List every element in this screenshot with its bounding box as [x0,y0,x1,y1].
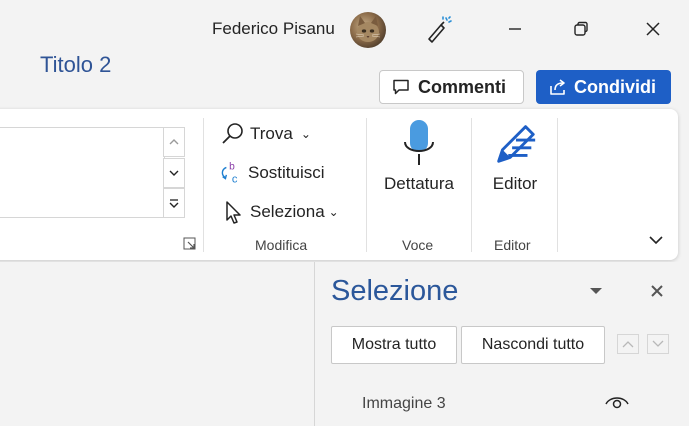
group-label-voce: Voce [402,237,434,253]
chevron-down-icon[interactable]: ⌄ [329,205,339,219]
svg-text:c: c [232,173,238,185]
styles-dialog-launcher-icon[interactable] [183,237,197,251]
style-gallery[interactable] [0,127,165,218]
gallery-down-button[interactable] [163,158,185,188]
show-all-button[interactable]: Mostra tutto [331,326,457,364]
eye-icon[interactable] [604,392,630,412]
pane-title: Selezione [331,275,459,307]
hide-all-button[interactable]: Nascondi tutto [461,326,605,364]
comment-icon [392,78,410,96]
ribbon-separator [203,118,204,252]
restore-icon[interactable] [566,14,596,44]
microphone-icon [395,118,443,168]
group-label-modifica: Modifica [255,237,308,253]
gallery-more-button[interactable] [163,188,185,218]
dictation-label: Dettatura [384,174,454,193]
ribbon-separator [557,118,558,252]
bring-forward-icon[interactable] [617,334,639,354]
ribbon-separator [471,118,472,252]
editor-pen-icon [491,118,539,168]
share-icon [548,77,568,97]
send-backward-icon[interactable] [647,334,669,354]
comments-label: Commenti [418,76,507,97]
dictation-button[interactable]: Dettatura [380,118,458,194]
title-bar: Federico Pisanu [0,0,689,60]
comments-button[interactable]: Commenti [379,70,524,104]
gallery-up-button[interactable] [163,127,185,157]
replace-button[interactable]: b c Sostituisci [218,160,325,186]
chevron-down-icon[interactable]: ⌄ [301,127,311,141]
document-canvas[interactable] [0,262,314,426]
find-button[interactable]: Trova ⌄ [220,121,311,147]
user-name[interactable]: Federico Pisanu [212,19,335,39]
editor-button[interactable]: Editor [484,118,546,194]
share-button[interactable]: Condividi [536,70,671,104]
pane-menu-icon[interactable] [587,282,605,300]
find-label: Trova [250,124,293,143]
svg-text:b: b [229,161,235,172]
editor-label: Editor [492,174,538,193]
select-label: Seleziona [250,202,325,221]
search-icon [220,121,246,147]
avatar[interactable] [350,12,386,48]
magic-wand-icon[interactable] [424,14,454,44]
share-label: Condividi [574,76,656,97]
replace-icon: b c [218,160,244,186]
group-label-editor: Editor [494,237,531,253]
ribbon [0,109,678,260]
ribbon-separator [366,118,367,252]
style-titolo-2[interactable]: Titolo 2 [40,52,111,78]
select-button[interactable]: Seleziona ⌄ [220,199,339,225]
close-icon[interactable] [638,14,668,44]
pane-close-icon[interactable] [646,280,668,302]
ribbon-expand-chevron-icon[interactable] [645,229,667,251]
cursor-arrow-icon [220,199,246,225]
replace-label: Sostituisci [248,163,325,182]
selection-item-name[interactable]: Immagine 3 [362,395,446,413]
minimize-icon[interactable] [500,14,530,44]
